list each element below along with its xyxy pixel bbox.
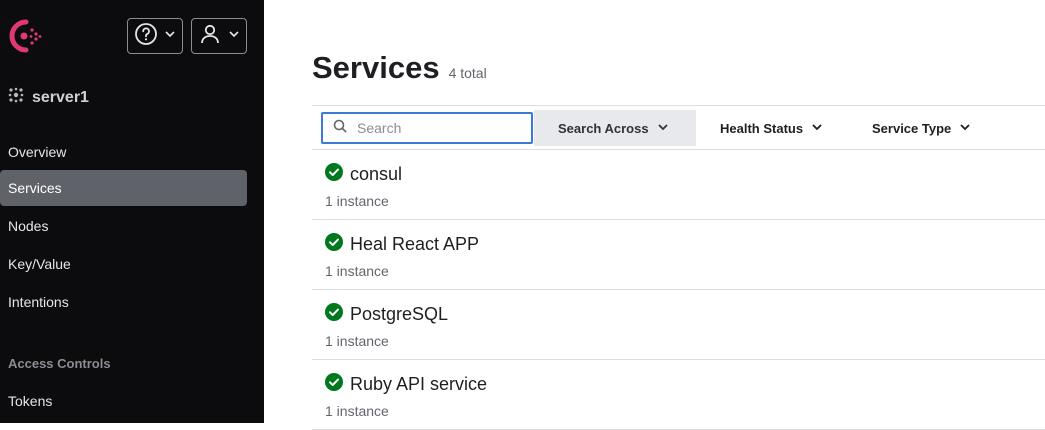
- health-status-label: Health Status: [720, 120, 804, 136]
- nav-item-nodes[interactable]: Nodes: [0, 208, 264, 244]
- instance-count: 1 instance: [325, 403, 389, 419]
- check-circle-icon: [325, 233, 343, 251]
- check-circle-icon: [325, 303, 343, 321]
- search-field[interactable]: [321, 112, 533, 144]
- page-title: Services: [312, 50, 440, 85]
- cluster-icon: [8, 87, 24, 108]
- help-circle-icon: [134, 22, 158, 51]
- nav-item-services[interactable]: Services: [0, 170, 247, 206]
- datacenter-name: server1: [32, 88, 89, 106]
- nav-item-overview[interactable]: Overview: [0, 134, 264, 170]
- check-circle-icon: [325, 373, 343, 391]
- list-item[interactable]: Ruby API service 1 instance: [312, 360, 1045, 430]
- chevron-down-icon: [811, 121, 823, 136]
- search-across-dropdown[interactable]: Search Across: [534, 110, 696, 146]
- access-controls-nav: Access Controls Tokens: [0, 345, 264, 419]
- search-input[interactable]: [357, 120, 517, 136]
- check-circle-icon: [325, 163, 343, 181]
- sidebar: server1 Overview Services Nodes Key/Valu…: [0, 0, 264, 423]
- list-item[interactable]: Heal React APP 1 instance: [312, 220, 1045, 290]
- filter-bar: Search Across Health Status Service Type: [312, 105, 1045, 150]
- consul-logo-icon[interactable]: [6, 18, 42, 54]
- page-header: Services 4 total: [312, 50, 487, 86]
- service-type-dropdown[interactable]: Service Type: [872, 110, 971, 146]
- service-name[interactable]: PostgreSQL: [350, 304, 448, 325]
- service-type-label: Service Type: [872, 120, 952, 136]
- access-controls-heading: Access Controls: [8, 355, 111, 371]
- service-name[interactable]: Ruby API service: [350, 374, 487, 395]
- service-name[interactable]: consul: [350, 164, 402, 185]
- main-nav: Overview Services Nodes Key/Value Intent…: [0, 134, 264, 320]
- health-status-dropdown[interactable]: Health Status: [720, 110, 823, 146]
- user-icon: [198, 22, 222, 51]
- chevron-down-icon: [164, 27, 176, 45]
- main-content: Services 4 total Search Across Health St…: [264, 0, 1045, 430]
- chevron-down-icon: [657, 121, 669, 136]
- help-menu-button[interactable]: [127, 18, 183, 54]
- chevron-down-icon: [228, 27, 240, 45]
- instance-count: 1 instance: [325, 333, 389, 349]
- services-list: consul 1 instance Heal React APP 1 insta…: [312, 150, 1045, 430]
- instance-count: 1 instance: [325, 193, 389, 209]
- services-count: 4 total: [448, 65, 487, 81]
- search-icon: [333, 119, 347, 138]
- nav-item-key-value[interactable]: Key/Value: [0, 246, 264, 282]
- chevron-down-icon: [959, 121, 971, 136]
- service-name[interactable]: Heal React APP: [350, 234, 479, 255]
- nav-item-intentions[interactable]: Intentions: [0, 284, 264, 320]
- nav-item-tokens[interactable]: Tokens: [0, 383, 264, 419]
- instance-count: 1 instance: [325, 263, 389, 279]
- list-item[interactable]: consul 1 instance: [312, 150, 1045, 220]
- user-menu-button[interactable]: [191, 18, 247, 54]
- datacenter-selector[interactable]: server1: [8, 87, 89, 108]
- search-across-label: Search Across: [558, 120, 649, 136]
- list-item[interactable]: PostgreSQL 1 instance: [312, 290, 1045, 360]
